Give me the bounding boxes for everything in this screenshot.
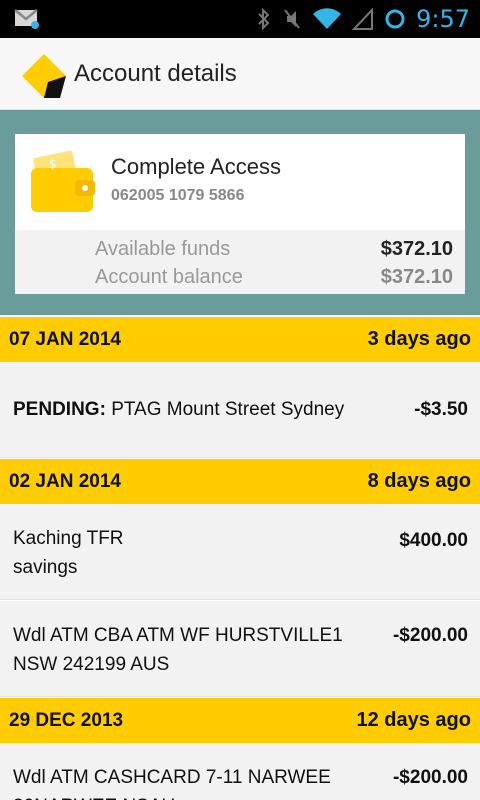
transaction-description: PENDING: PTAG Mount Street Sydney — [13, 395, 363, 424]
pending-label: PENDING: — [13, 399, 106, 420]
commbank-logo-icon[interactable] — [20, 52, 68, 100]
transaction-amount: -$200.00 — [392, 767, 468, 788]
account-number: 062005 1079 5866 — [111, 187, 245, 204]
transaction-line-2: 30NARWEE NSAU — [13, 792, 363, 800]
wallet-icon: $ — [31, 150, 95, 212]
mute-icon — [284, 9, 300, 29]
transaction-line-1: Kaching TFR — [13, 528, 124, 549]
transaction-row[interactable]: PENDING: PTAG Mount Street Sydney -$3.50 — [0, 362, 480, 458]
date-label: 29 DEC 2013 — [9, 709, 124, 731]
status-clock: 9:57 — [416, 5, 470, 33]
available-funds-row: Available funds $372.10 — [95, 235, 453, 263]
date-header: 07 JAN 2014 3 days ago — [0, 317, 480, 362]
days-ago-label: 3 days ago — [367, 328, 471, 350]
available-funds-label: Available funds — [95, 237, 231, 260]
svg-text:$: $ — [49, 157, 57, 171]
transaction-amount: -$200.00 — [392, 625, 468, 646]
available-funds-value: $372.10 — [380, 237, 453, 260]
transaction-line-1: Wdl ATM CASHCARD 7-11 NARWEE — [13, 767, 331, 788]
account-card[interactable]: $ Complete Access 062005 1079 5866 Avail… — [15, 134, 465, 294]
transaction-amount: -$3.50 — [414, 399, 468, 420]
date-header: 29 DEC 2013 12 days ago — [0, 698, 480, 743]
date-label: 02 JAN 2014 — [9, 470, 121, 492]
days-ago-label: 12 days ago — [356, 709, 471, 731]
transaction-description: Wdl ATM CASHCARD 7-11 NARWEE 30NARWEE NS… — [13, 763, 363, 800]
account-summary: $ Complete Access 062005 1079 5866 Avail… — [0, 110, 480, 315]
gmail-icon — [14, 9, 39, 29]
account-balance-value: $372.10 — [380, 265, 453, 288]
transaction-row[interactable]: Wdl ATM CBA ATM WF HURSTVILLE1 NSW 24219… — [0, 601, 480, 697]
account-balance-row: Account balance $372.10 — [95, 263, 453, 291]
account-balance-label: Account balance — [95, 265, 243, 288]
sync-icon — [385, 9, 405, 29]
transaction-row[interactable]: Kaching TFR savings $400.00 — [0, 504, 480, 600]
days-ago-label: 8 days ago — [367, 470, 471, 492]
transaction-line-1: Wdl ATM CBA ATM WF HURSTVILLE1 — [13, 625, 343, 646]
signal-icon — [352, 7, 374, 30]
transaction-row[interactable]: Wdl ATM CASHCARD 7-11 NARWEE 30NARWEE NS… — [0, 743, 480, 800]
transaction-description: Kaching TFR savings — [13, 524, 363, 582]
transaction-line-2: NSW 242199 AUS — [13, 654, 170, 675]
bluetooth-icon — [258, 7, 270, 31]
page-title: Account details — [74, 60, 237, 87]
date-header: 02 JAN 2014 8 days ago — [0, 459, 480, 504]
transaction-line-2: savings — [13, 557, 78, 578]
account-name: Complete Access — [111, 154, 281, 179]
transaction-text: PTAG Mount Street Sydney — [111, 399, 345, 420]
status-bar: 9:57 — [0, 0, 480, 38]
action-bar: Account details — [0, 38, 480, 110]
transaction-amount: $400.00 — [399, 530, 468, 551]
transaction-description: Wdl ATM CBA ATM WF HURSTVILLE1 NSW 24219… — [13, 621, 363, 679]
funds-panel: Available funds $372.10 Account balance … — [15, 230, 465, 294]
wifi-icon — [313, 8, 342, 30]
date-label: 07 JAN 2014 — [9, 328, 121, 350]
